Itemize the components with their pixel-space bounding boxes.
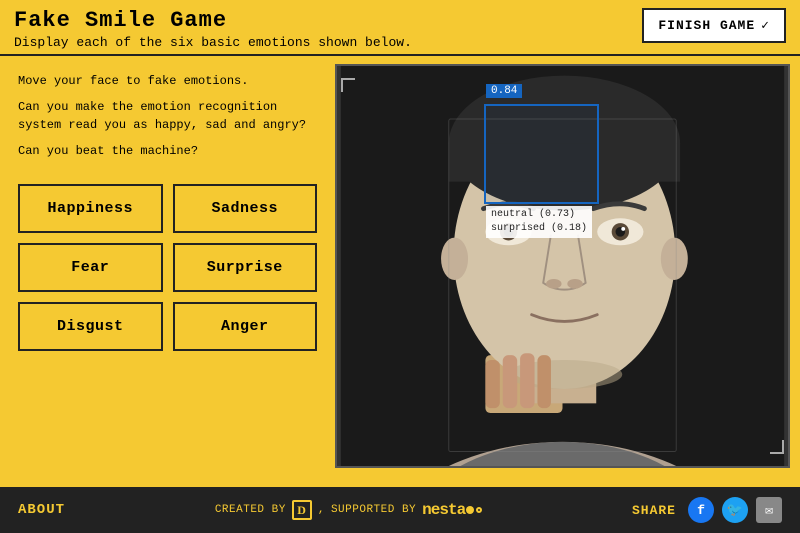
- email-icon: ✉: [765, 503, 773, 518]
- app-title: Fake Smile Game: [14, 8, 412, 33]
- instruction-line3: Can you beat the machine?: [18, 142, 317, 160]
- footer-center: CREATED BY D , SUPPORTED BY nesta: [215, 500, 482, 520]
- supported-by-label: SUPPORTED BY: [331, 504, 416, 516]
- camera-corner-br: [770, 440, 784, 454]
- d-logo-icon: D: [292, 500, 312, 520]
- footer: ABOUT CREATED BY D , SUPPORTED BY nesta …: [0, 487, 800, 533]
- emotion-button-disgust[interactable]: Disgust: [18, 302, 163, 351]
- camera-panel: 0.84 neutral (0.73) surprised (0.18): [335, 56, 800, 476]
- nesta-logo: nesta: [422, 501, 482, 519]
- created-by-label: CREATED BY: [215, 504, 286, 516]
- detection-bounding-box: 0.84 neutral (0.73) surprised (0.18): [484, 104, 599, 204]
- facebook-icon: f: [697, 503, 705, 518]
- emotion-button-surprise[interactable]: Surprise: [173, 243, 318, 292]
- camera-feed: 0.84 neutral (0.73) surprised (0.18): [335, 64, 790, 468]
- main-content: Move your face to fake emotions. Can you…: [0, 56, 800, 476]
- facebook-share-button[interactable]: f: [688, 497, 714, 523]
- app-subtitle: Display each of the six basic emotions s…: [14, 35, 412, 50]
- detection-emotions: neutral (0.73) surprised (0.18): [486, 206, 592, 238]
- detection-score: 0.84: [486, 84, 522, 98]
- instruction-line2: Can you make the emotion recognition sys…: [18, 98, 317, 134]
- detection-emotion2: surprised (0.18): [491, 222, 587, 236]
- share-label: SHARE: [632, 503, 676, 518]
- emotion-button-anger[interactable]: Anger: [173, 302, 318, 351]
- header: Fake Smile Game Display each of the six …: [0, 0, 800, 56]
- footer-right: SHARE f 🐦 ✉: [632, 497, 782, 523]
- header-left: Fake Smile Game Display each of the six …: [14, 8, 412, 50]
- instructions-text: Move your face to fake emotions. Can you…: [18, 72, 317, 168]
- detection-emotion1: neutral (0.73): [491, 208, 587, 222]
- nesta-dot-icon: [466, 506, 474, 514]
- instruction-line1: Move your face to fake emotions.: [18, 72, 317, 90]
- comma: ,: [318, 504, 325, 516]
- camera-corner-tl: [341, 78, 355, 92]
- nesta-tail-icon: [476, 507, 482, 513]
- left-panel: Move your face to fake emotions. Can you…: [0, 56, 335, 476]
- emotion-button-fear[interactable]: Fear: [18, 243, 163, 292]
- email-share-button[interactable]: ✉: [756, 497, 782, 523]
- finish-game-button[interactable]: FINISH GAME ✓: [642, 8, 786, 43]
- about-link[interactable]: ABOUT: [18, 502, 65, 518]
- twitter-share-button[interactable]: 🐦: [722, 497, 748, 523]
- emotion-button-happiness[interactable]: Happiness: [18, 184, 163, 233]
- emotion-button-sadness[interactable]: Sadness: [173, 184, 318, 233]
- finish-check-icon: ✓: [761, 18, 770, 33]
- emotion-grid: Happiness Sadness Fear Surprise Disgust …: [18, 184, 317, 351]
- finish-label: FINISH GAME: [658, 18, 755, 33]
- twitter-icon: 🐦: [727, 503, 743, 518]
